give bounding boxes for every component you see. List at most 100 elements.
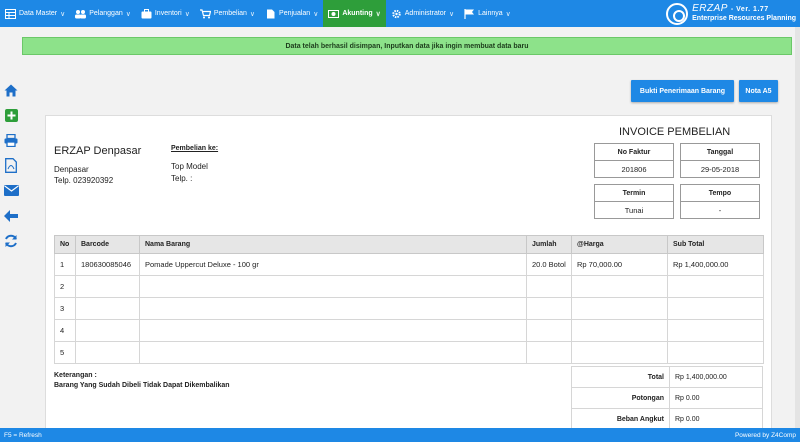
refresh-icon	[5, 234, 17, 247]
nav-item-akunting[interactable]: Akunting ∨	[323, 0, 386, 27]
alert-message: Data telah berhasil disimpan, Inputkan d…	[285, 42, 529, 50]
table-cell	[139, 341, 527, 364]
receipt-button[interactable]: Bukti Penerimaan Barang	[631, 80, 734, 102]
tempo-label: Tempo	[681, 185, 759, 202]
brand-version: - Ver. 1.77	[730, 6, 769, 13]
briefcase-icon	[141, 8, 152, 18]
nav-item-administrator[interactable]: Administrator ∨	[386, 0, 459, 27]
table-cell: 1	[54, 253, 76, 276]
table-cell: 4	[54, 319, 76, 342]
table-cell	[667, 319, 764, 342]
nav-item-data-master[interactable]: Data Master ∨	[0, 0, 70, 27]
summary-table: Total Rp 1,400,000.00 Potongan Rp 0.00 B…	[571, 366, 763, 430]
company-info: ERZAP Denpasar Denpasar Telp. 023920392	[54, 145, 141, 186]
faktur-label: No Faktur	[595, 144, 673, 161]
items-table: No Barcode Nama Barang Jumlah @Harga Sub…	[54, 235, 764, 364]
file-icon	[267, 9, 275, 18]
column-header: Nama Barang	[139, 235, 527, 254]
table-row: 3	[54, 297, 764, 320]
invoice-paper: INVOICE PEMBELIAN ERZAP Denpasar Denpasa…	[45, 115, 772, 435]
table-row: 2	[54, 275, 764, 298]
company-phone: Telp. 023920392	[54, 176, 114, 185]
summary-value: Rp 0.00	[669, 408, 763, 430]
table-cell	[75, 297, 140, 320]
back-button[interactable]	[0, 203, 22, 228]
table-cell: Rp 70,000.00	[571, 253, 668, 276]
table-cell	[75, 319, 140, 342]
table-cell	[526, 341, 572, 364]
users-icon	[75, 9, 87, 18]
summary-row: Potongan Rp 0.00	[571, 387, 763, 409]
table-cell: Rp 1,400,000.00	[667, 253, 764, 276]
table-cell	[526, 319, 572, 342]
nav-label: Pelanggan	[89, 10, 123, 17]
table-row: 5	[54, 341, 764, 364]
tanggal-box: Tanggal 29-05-2018	[680, 143, 760, 178]
chevron-down-icon: ∨	[249, 10, 256, 18]
footer-credit: Powered by Z4Comp	[734, 431, 796, 439]
email-button[interactable]	[0, 178, 22, 203]
notes-label: Keterangan :	[54, 372, 97, 379]
back-icon	[4, 209, 18, 222]
table-cell	[139, 319, 527, 342]
nav-item-pembelian[interactable]: Pembelian ∨	[195, 0, 260, 27]
summary-label: Total	[571, 366, 670, 388]
add-button[interactable]	[0, 103, 22, 128]
email-icon	[3, 185, 19, 196]
table-cell: 3	[54, 297, 76, 320]
nav-label: Penjualan	[279, 10, 311, 17]
invoice-title: INVOICE PEMBELIAN	[619, 126, 731, 138]
company-name: ERZAP Denpasar	[54, 145, 142, 157]
table-cell: Pomade Uppercut Deluxe - 100 gr	[139, 253, 527, 276]
summary-label: Potongan	[571, 387, 670, 409]
page-scrollbar[interactable]	[795, 27, 800, 428]
nav-label: Inventori	[154, 10, 182, 17]
nota-a5-button[interactable]: Nota A5	[739, 80, 778, 102]
table-cell	[667, 341, 764, 364]
status-footer: F5 = Refresh Powered by Z4Comp	[0, 428, 800, 442]
tanggal-label: Tanggal	[681, 144, 759, 161]
table-cell	[526, 275, 572, 298]
nav-label: Akunting	[342, 10, 373, 17]
chevron-down-icon: ∨	[125, 10, 131, 18]
top-nav: Data Master ∨ Pelanggan ∨ Inventori ∨ Pe…	[0, 0, 800, 27]
column-header: Barcode	[75, 235, 140, 254]
brand-logo-icon	[666, 2, 689, 25]
table-cell	[139, 275, 527, 298]
column-header: Jumlah	[526, 235, 572, 254]
tempo-box: Tempo -	[680, 184, 760, 219]
table-cell: 20.0 Botol	[526, 253, 572, 276]
nav-item-pelanggan[interactable]: Pelanggan ∨	[70, 0, 136, 27]
summary-row: Total Rp 1,400,000.00	[571, 366, 763, 388]
nav-item-penjualan[interactable]: Penjualan ∨	[260, 0, 323, 27]
chevron-down-icon: ∨	[60, 10, 66, 18]
success-alert: Data telah berhasil disimpan, Inputkan d…	[22, 37, 792, 55]
print-button[interactable]	[0, 128, 22, 153]
tanggal-value: 29-05-2018	[700, 164, 740, 174]
chevron-down-icon: ∨	[449, 10, 455, 18]
column-header: @Harga	[571, 235, 668, 254]
chevron-down-icon: ∨	[184, 10, 190, 18]
footer-hint: F5 = Refresh	[4, 431, 42, 439]
termin-value: Tunai	[624, 205, 644, 215]
table-cell	[667, 275, 764, 298]
chevron-down-icon: ∨	[375, 10, 381, 18]
home-button[interactable]	[0, 78, 22, 103]
refresh-button[interactable]	[0, 228, 22, 253]
nav-item-lainnya[interactable]: Lainnya ∨	[459, 0, 516, 27]
notes-text: Barang Yang Sudah Dibeli Tidak Dapat Dik…	[54, 382, 230, 389]
pdf-icon	[5, 158, 17, 173]
nav-item-inventori[interactable]: Inventori ∨	[136, 0, 195, 27]
nav-label: Data Master	[19, 10, 58, 17]
table-cell	[526, 297, 572, 320]
gear-icon	[392, 9, 401, 18]
table-cell	[75, 341, 140, 364]
tempo-value: -	[718, 205, 722, 215]
nav-label: Pembelian	[213, 10, 247, 17]
table-cell	[667, 297, 764, 320]
pdf-button[interactable]	[0, 153, 22, 178]
flag-icon	[464, 8, 475, 19]
buyer-heading: Pembelian ke:	[171, 145, 219, 152]
column-header: No	[54, 235, 76, 254]
chevron-down-icon: ∨	[313, 10, 319, 18]
